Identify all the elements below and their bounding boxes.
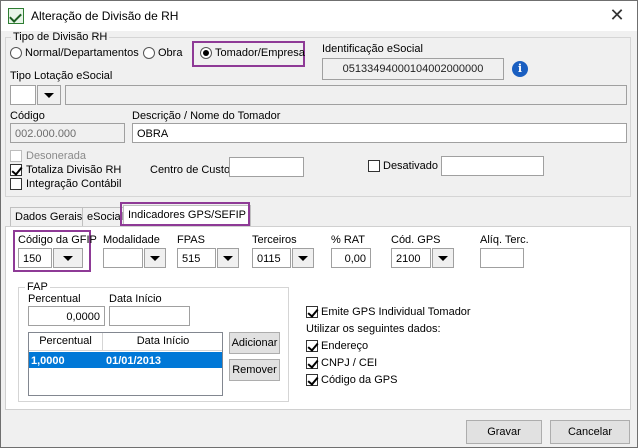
centro-custo-label: Centro de Custo: [150, 164, 231, 176]
desativado-label[interactable]: Desativado: [383, 160, 438, 172]
fpas-input[interactable]: 515: [177, 248, 216, 268]
terceiros-input[interactable]: 0115: [252, 248, 291, 268]
tipo-lotacao-label: Tipo Lotação eSocial: [10, 70, 113, 82]
rat-label: % RAT: [331, 234, 366, 246]
codigo-gfip-dropdown[interactable]: [53, 248, 83, 268]
integracao-label[interactable]: Integração Contábil: [26, 178, 121, 190]
radio-obra-label[interactable]: Obra: [158, 47, 182, 59]
fpas-dropdown[interactable]: [217, 248, 239, 268]
tab-dados-gerais[interactable]: Dados Gerais: [10, 207, 88, 227]
rat-input[interactable]: 0,00: [331, 248, 371, 268]
cancelar-button[interactable]: Cancelar: [550, 420, 630, 444]
fap-table-header: Percentual Data Início: [29, 333, 222, 351]
totaliza-checkbox[interactable]: [10, 164, 22, 176]
centro-custo-input[interactable]: [229, 157, 304, 177]
window-title: Alteração de Divisão de RH: [31, 9, 179, 23]
cnpj-label[interactable]: CNPJ / CEI: [321, 357, 377, 369]
fap-data-inicio-input[interactable]: [109, 306, 190, 326]
terceiros-label: Terceiros: [252, 234, 297, 246]
tipo-lotacao-input[interactable]: [10, 85, 36, 105]
integracao-checkbox[interactable]: [10, 178, 22, 190]
fap-table: Percentual Data Início 1,0000 01/01/2013: [28, 332, 223, 396]
aliq-terc-label: Alíq. Terc.: [480, 234, 529, 246]
codigo-gps-checkbox[interactable]: [306, 374, 318, 386]
fap-header-percentual[interactable]: Percentual: [29, 333, 103, 350]
radio-tomador-label[interactable]: Tomador/Empresa: [215, 47, 305, 59]
cod-gps-dropdown[interactable]: [432, 248, 454, 268]
cod-gps-label: Cód. GPS: [391, 234, 441, 246]
fpas-label: FPAS: [177, 234, 205, 246]
fap-legend: FAP: [25, 281, 50, 293]
endereco-label[interactable]: Endereço: [321, 340, 368, 352]
dialog-window: Alteração de Divisão de RH ✕ Tipo de Div…: [0, 0, 638, 448]
codigo-field: 002.000.000: [10, 123, 125, 143]
fap-header-data-inicio[interactable]: Data Início: [104, 333, 222, 350]
tipo-lotacao-desc: [65, 85, 627, 105]
descricao-input[interactable]: OBRA: [132, 123, 627, 143]
desativado-checkbox[interactable]: [368, 160, 380, 172]
terceiros-dropdown[interactable]: [292, 248, 314, 268]
highlight-tab-indicadores: [120, 202, 250, 226]
modalidade-input[interactable]: [103, 248, 143, 268]
tipo-divisao-legend: Tipo de Divisão RH: [11, 31, 110, 43]
desonerada-checkbox: [10, 150, 22, 162]
emite-gps-checkbox[interactable]: [306, 306, 318, 318]
title-bar: Alteração de Divisão de RH ✕: [1, 1, 637, 31]
radio-tomador[interactable]: [200, 47, 212, 59]
identificacao-value: 05133494000104002000000: [342, 63, 484, 75]
adicionar-button[interactable]: Adicionar: [229, 332, 280, 354]
cnpj-checkbox[interactable]: [306, 357, 318, 369]
remover-button[interactable]: Remover: [229, 359, 280, 381]
radio-normal-label[interactable]: Normal/Departamentos: [25, 47, 139, 59]
codigo-label: Código: [10, 110, 45, 122]
app-icon: [8, 8, 24, 24]
descricao-label: Descrição / Nome do Tomador: [132, 110, 281, 122]
codigo-gps-label[interactable]: Código da GPS: [321, 374, 397, 386]
utilizar-label: Utilizar os seguintes dados:: [306, 323, 441, 335]
fap-data-inicio-label: Data Início: [109, 293, 162, 305]
endereco-checkbox[interactable]: [306, 340, 318, 352]
desativado-input[interactable]: [441, 156, 544, 176]
table-row[interactable]: 1,0000 01/01/2013: [29, 352, 222, 368]
modalidade-label: Modalidade: [103, 234, 160, 246]
codigo-gfip-label: Código da GFIP: [18, 234, 97, 246]
fap-percentual-input[interactable]: 0,0000: [28, 306, 105, 326]
desonerada-label: Desonerada: [26, 150, 86, 162]
fap-percentual-label: Percentual: [28, 293, 81, 305]
modalidade-dropdown[interactable]: [144, 248, 166, 268]
cod-gps-input[interactable]: 2100: [391, 248, 431, 268]
identificacao-field: 05133494000104002000000: [322, 58, 504, 80]
gravar-button[interactable]: Gravar: [466, 420, 542, 444]
radio-normal[interactable]: [10, 47, 22, 59]
identificacao-label: Identificação eSocial: [322, 43, 423, 55]
fap-row-percentual: 1,0000: [31, 355, 65, 367]
totaliza-label[interactable]: Totaliza Divisão RH: [26, 164, 121, 176]
info-icon[interactable]: i: [512, 61, 528, 77]
aliq-terc-input[interactable]: [480, 248, 524, 268]
radio-obra[interactable]: [143, 47, 155, 59]
emite-gps-label[interactable]: Emite GPS Individual Tomador: [321, 306, 471, 318]
codigo-gfip-input[interactable]: 150: [18, 248, 52, 268]
close-icon[interactable]: ✕: [607, 5, 627, 25]
fap-row-data-inicio: 01/01/2013: [106, 355, 162, 367]
tipo-lotacao-dropdown[interactable]: [37, 85, 61, 105]
